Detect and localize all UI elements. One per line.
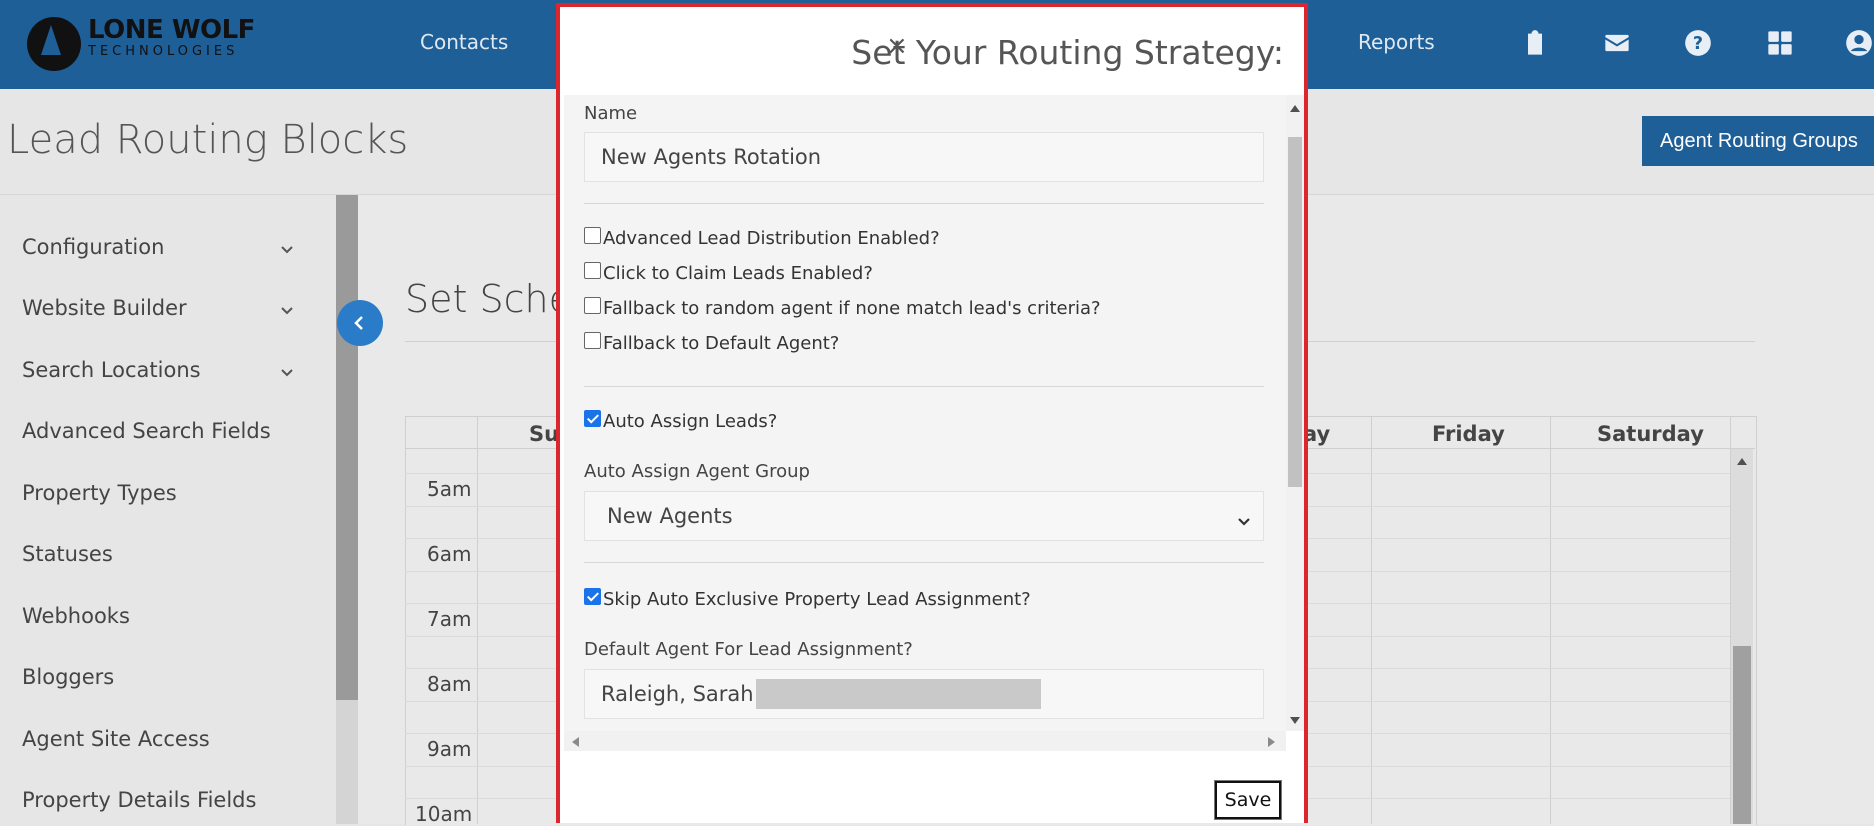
user-icon[interactable] bbox=[1842, 26, 1874, 60]
checkbox-label: Skip Auto Exclusive Property Lead Assign… bbox=[603, 589, 1031, 610]
modal-header: × Set Your Routing Strategy: bbox=[560, 7, 1304, 95]
checkbox-box-checked[interactable] bbox=[584, 588, 601, 605]
checkbox-label: Auto Assign Leads? bbox=[603, 411, 778, 432]
chevron-down-icon bbox=[1237, 510, 1251, 526]
scroll-left-arrow-icon[interactable] bbox=[572, 737, 579, 747]
fallback-default-agent-checkbox[interactable]: Fallback to Default Agent? bbox=[584, 332, 840, 354]
chevron-down-icon[interactable] bbox=[280, 242, 294, 256]
checkbox-box[interactable] bbox=[584, 227, 601, 244]
agent-group-label: Auto Assign Agent Group bbox=[584, 461, 810, 482]
day-header-friday: Friday bbox=[1432, 422, 1505, 446]
time-label: 5am bbox=[427, 477, 472, 501]
logo-line-2: TECHNOLOGIES bbox=[88, 44, 239, 59]
time-label: 6am bbox=[427, 542, 472, 566]
time-label: 7am bbox=[427, 607, 472, 631]
checkbox-box-checked[interactable] bbox=[584, 410, 601, 427]
checkbox-label: Fallback to random agent if none match l… bbox=[603, 298, 1101, 319]
chevron-down-icon[interactable] bbox=[280, 365, 294, 379]
collapse-sidebar-button[interactable] bbox=[337, 300, 383, 346]
time-label: 8am bbox=[427, 672, 472, 696]
sidebar-item-website-builder[interactable]: Website Builder bbox=[22, 296, 187, 320]
chevron-left-icon bbox=[354, 316, 363, 330]
sidebar-item-property-details-fields[interactable]: Property Details Fields bbox=[22, 788, 256, 812]
default-agent-value: Raleigh, Sarah bbox=[601, 682, 754, 706]
nav-contacts[interactable]: Contacts bbox=[420, 30, 508, 54]
day-header-saturday: Saturday bbox=[1597, 422, 1704, 446]
redacted-text-block bbox=[755, 679, 1041, 709]
save-button[interactable]: Save bbox=[1215, 781, 1281, 819]
time-label: 9am bbox=[427, 737, 472, 761]
sidebar-item-bloggers[interactable]: Bloggers bbox=[22, 665, 114, 689]
name-label: Name bbox=[584, 103, 638, 124]
sidebar-item-webhooks[interactable]: Webhooks bbox=[22, 604, 130, 628]
checkbox-label: Advanced Lead Distribution Enabled? bbox=[603, 228, 940, 249]
grid-scroll-thumb[interactable] bbox=[1733, 646, 1751, 824]
default-agent-field[interactable]: Raleigh, Sarah bbox=[584, 669, 1264, 719]
checkbox-label: Click to Claim Leads Enabled? bbox=[603, 263, 873, 284]
name-input[interactable] bbox=[584, 132, 1264, 182]
svg-text:?: ? bbox=[1693, 34, 1703, 54]
logo-text[interactable]: LONE WOLF TECHNOLOGIES bbox=[88, 17, 255, 58]
clipboard-check-icon[interactable] bbox=[1518, 26, 1552, 60]
agent-routing-groups-button[interactable]: Agent Routing Groups bbox=[1642, 116, 1874, 166]
sidebar-item-advanced-search-fields[interactable]: Advanced Search Fields bbox=[22, 419, 271, 443]
modal-footer: Save bbox=[560, 751, 1304, 823]
logo-line-1: LONE WOLF bbox=[88, 15, 255, 45]
auto-assign-leads-checkbox[interactable]: Auto Assign Leads? bbox=[584, 410, 778, 432]
checkbox-box[interactable] bbox=[584, 262, 601, 279]
sidebar-item-statuses[interactable]: Statuses bbox=[22, 542, 113, 566]
page-title: Lead Routing Blocks bbox=[7, 117, 409, 163]
grid-column-line bbox=[1550, 416, 1551, 824]
grid-column-line bbox=[1371, 416, 1372, 824]
grid-column-line bbox=[477, 416, 478, 824]
sidebar-item-search-locations[interactable]: Search Locations bbox=[22, 358, 201, 382]
checkbox-box[interactable] bbox=[584, 297, 601, 314]
advanced-lead-distribution-checkbox[interactable]: Advanced Lead Distribution Enabled? bbox=[584, 227, 940, 249]
divider bbox=[584, 203, 1264, 204]
fallback-random-agent-checkbox[interactable]: Fallback to random agent if none match l… bbox=[584, 297, 1101, 319]
modal-horizontal-scrollbar[interactable] bbox=[564, 731, 1286, 751]
modal-title: Set Your Routing Strategy: bbox=[851, 33, 1284, 72]
skip-auto-exclusive-checkbox[interactable]: Skip Auto Exclusive Property Lead Assign… bbox=[584, 588, 1031, 610]
checkbox-box[interactable] bbox=[584, 332, 601, 349]
chevron-down-icon[interactable] bbox=[280, 303, 294, 317]
lone-wolf-logo-icon[interactable] bbox=[27, 17, 81, 71]
scroll-right-arrow-icon[interactable] bbox=[1268, 737, 1275, 747]
routing-strategy-modal: × Set Your Routing Strategy: Name Advanc… bbox=[556, 3, 1308, 823]
sidebar-item-agent-site-access[interactable]: Agent Site Access bbox=[22, 727, 210, 751]
sidebar-item-configuration[interactable]: Configuration bbox=[22, 235, 164, 259]
envelope-icon[interactable] bbox=[1600, 26, 1634, 60]
scroll-down-arrow-icon[interactable] bbox=[1290, 717, 1300, 724]
divider bbox=[584, 386, 1264, 387]
time-label: 10am bbox=[415, 802, 473, 826]
day-header-sunday: Su bbox=[529, 422, 560, 446]
agent-group-select[interactable]: New Agents bbox=[584, 491, 1264, 541]
sidebar-item-property-types[interactable]: Property Types bbox=[22, 481, 177, 505]
sidebar-scroll-thumb[interactable] bbox=[336, 195, 358, 700]
nav-reports[interactable]: Reports bbox=[1358, 30, 1435, 54]
scroll-up-arrow-icon[interactable] bbox=[1737, 458, 1747, 465]
apps-grid-icon[interactable] bbox=[1763, 26, 1797, 60]
modal-body: Name Advanced Lead Distribution Enabled?… bbox=[564, 95, 1286, 731]
modal-scroll-thumb[interactable] bbox=[1288, 137, 1302, 487]
click-to-claim-checkbox[interactable]: Click to Claim Leads Enabled? bbox=[584, 262, 873, 284]
scroll-up-arrow-icon[interactable] bbox=[1290, 105, 1300, 112]
default-agent-label: Default Agent For Lead Assignment? bbox=[584, 639, 913, 660]
help-icon[interactable]: ? bbox=[1681, 26, 1715, 60]
agent-group-selected-value: New Agents bbox=[607, 504, 733, 528]
checkbox-label: Fallback to Default Agent? bbox=[603, 333, 840, 354]
divider bbox=[584, 562, 1264, 563]
